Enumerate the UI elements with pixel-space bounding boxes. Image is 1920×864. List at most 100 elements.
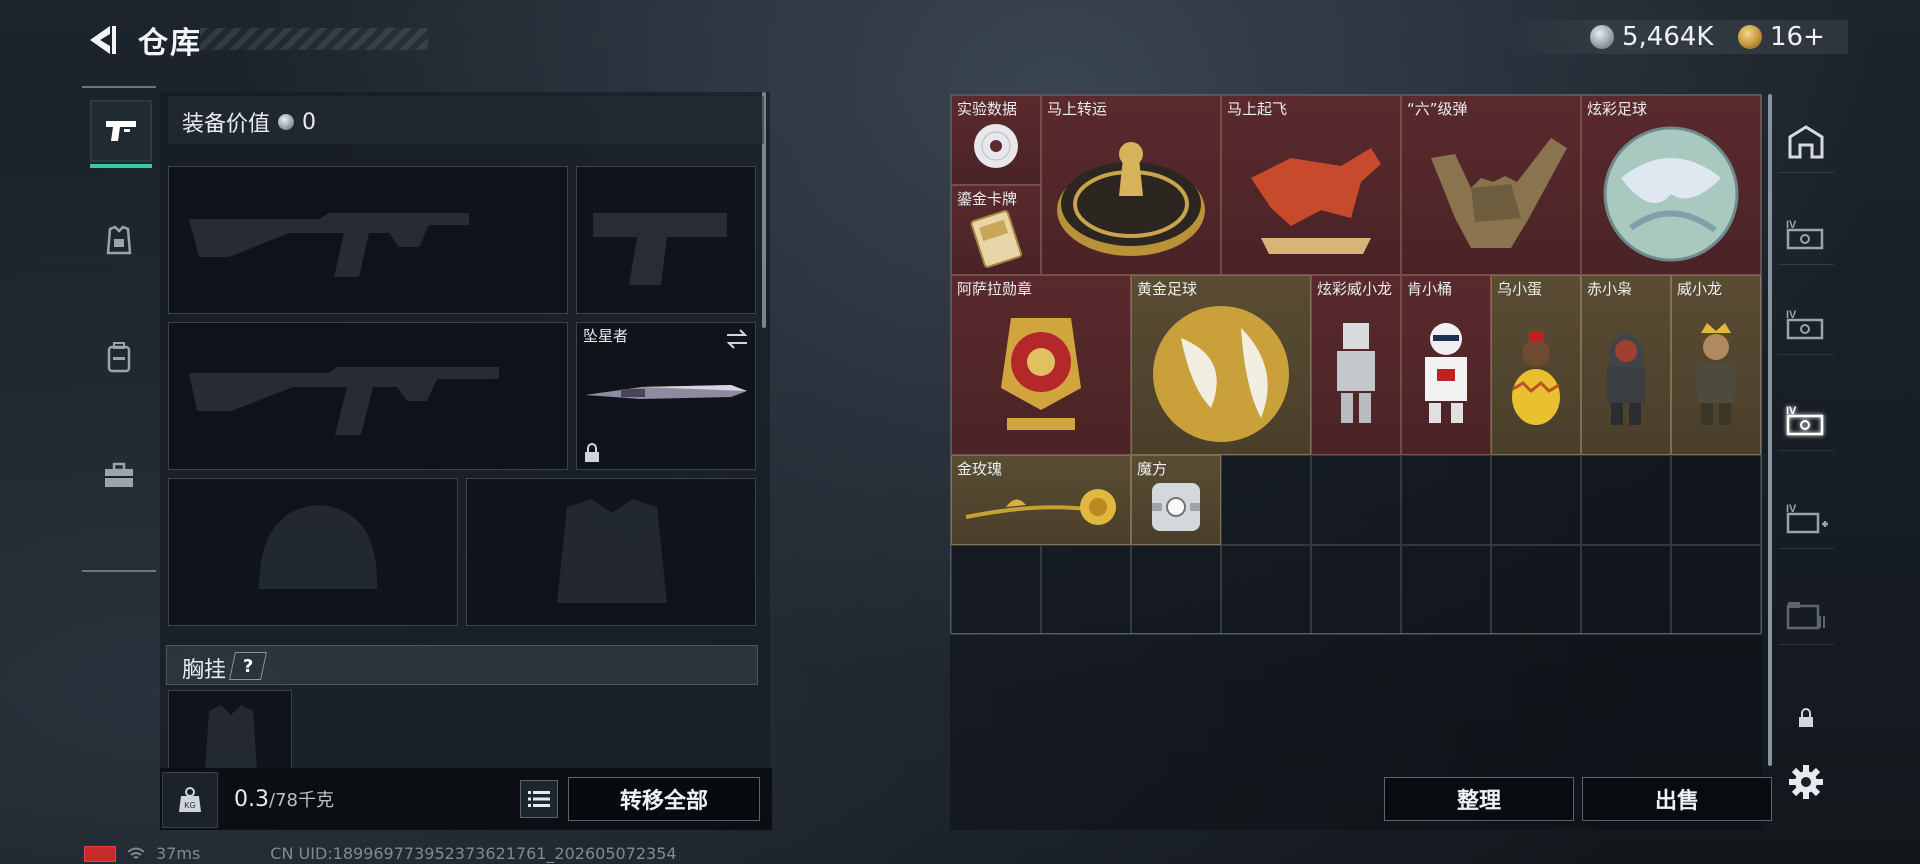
pistol-silhouette-icon: [593, 213, 727, 285]
golden-rose-icon: [952, 476, 1130, 540]
storage-cell[interactable]: [1401, 455, 1491, 545]
tab-storage-iv-1[interactable]: IV: [1778, 204, 1834, 265]
sell-button[interactable]: 出售: [1582, 777, 1772, 821]
melee-name: 坠星者: [583, 327, 629, 345]
storage-cell[interactable]: [1041, 545, 1131, 635]
storage-item[interactable]: 马上起飞: [1221, 95, 1401, 275]
tab-lock[interactable]: [1778, 688, 1834, 748]
storage-item[interactable]: 实验数据: [951, 95, 1041, 185]
storage-item[interactable]: 魔方: [1131, 455, 1221, 545]
weight-icon: KG: [179, 787, 201, 812]
equipment-tab-bar: [82, 86, 156, 572]
safehouse-icon: [1788, 125, 1824, 159]
tab-armor[interactable]: [90, 212, 148, 270]
red-horse-icon: [1222, 116, 1400, 270]
weight-readout: 0.3/78千克: [234, 786, 334, 812]
knife-icon: [585, 385, 747, 399]
storage-cell[interactable]: [1311, 455, 1401, 545]
melee-slot[interactable]: 坠星者: [576, 322, 756, 470]
tab-backpack[interactable]: [90, 328, 148, 386]
storage-cell[interactable]: [1401, 545, 1491, 635]
svg-text:KG: KG: [184, 801, 196, 810]
swap-icon[interactable]: [725, 329, 749, 349]
currency-primary: 5,464K: [1590, 22, 1713, 52]
tab-storage-iv-add[interactable]: IV: [1778, 488, 1834, 549]
chest-rig-help-button[interactable]: ?: [229, 652, 267, 680]
primary-weapon-slot-2[interactable]: [168, 322, 568, 470]
storage-item[interactable]: 马上转运: [1041, 95, 1221, 275]
storage-item[interactable]: 阿萨拉勋章: [951, 275, 1131, 455]
settings-button[interactable]: [1778, 752, 1834, 812]
chest-rig-slot[interactable]: [168, 690, 292, 771]
silver-coin-icon: [1590, 25, 1614, 49]
storage-cell[interactable]: [1491, 455, 1581, 545]
storage-cell[interactable]: [1311, 545, 1401, 635]
tab-storage-locked[interactable]: [1778, 584, 1834, 645]
list-view-button[interactable]: [520, 780, 558, 818]
storage-cell[interactable]: [951, 545, 1041, 635]
storage-item[interactable]: 威小龙: [1671, 275, 1761, 455]
storage-cell[interactable]: [1671, 545, 1761, 635]
back-button[interactable]: [80, 20, 120, 60]
silver-figure-icon: [1312, 296, 1400, 450]
medal-icon: [952, 296, 1130, 450]
storage-cell[interactable]: [1221, 455, 1311, 545]
storage-item[interactable]: 肯小桶: [1401, 275, 1491, 455]
sort-button[interactable]: 整理: [1384, 777, 1574, 821]
storage-item[interactable]: 鎏金卡牌: [951, 185, 1041, 275]
tab-storage-iv-3[interactable]: IV: [1778, 390, 1834, 451]
iridescent-ball-icon: [1582, 116, 1760, 270]
storage-item[interactable]: 金玫瑰: [951, 455, 1131, 545]
tab-weapons[interactable]: [90, 100, 152, 168]
wifi-icon: [127, 847, 145, 859]
golden-ball-icon: [1132, 296, 1310, 450]
back-arrow-icon: [90, 26, 116, 54]
title-decoration: [200, 28, 428, 50]
storage-scrollbar[interactable]: [1768, 94, 1772, 766]
weight-lock-button[interactable]: KG: [162, 772, 218, 828]
body-armor-slot[interactable]: [466, 478, 756, 626]
equipment-value-label: 装备价值: [182, 112, 271, 137]
storage-grid: 实验数据 鎏金卡牌 马上转运 马上起飞 “六”级弹 炫彩足球 阿萨拉勋章 黄金足…: [950, 94, 1762, 635]
currency-secondary-value: 16+: [1770, 22, 1825, 52]
sidearm-slot[interactable]: [576, 166, 756, 314]
storage-cell[interactable]: [1581, 545, 1671, 635]
backpack-icon: [107, 342, 131, 373]
storage-item[interactable]: 乌小蛋: [1491, 275, 1581, 455]
toolbox-icon: [105, 462, 133, 487]
currency-secondary: 16+: [1738, 22, 1825, 52]
storage-cell[interactable]: [1581, 455, 1671, 545]
storage-locked-icon: [1786, 602, 1825, 630]
equipment-value: 装备价值 0: [182, 106, 316, 138]
lock-icon: [585, 443, 599, 462]
rifle-silhouette-icon: [189, 213, 469, 277]
rifle-silhouette-icon: [189, 367, 499, 435]
crowned-figure-icon: [1672, 296, 1760, 450]
storage-iv-icon: IV: [1786, 309, 1824, 340]
storage-item[interactable]: “六”级弹: [1401, 95, 1581, 275]
storage-cell[interactable]: [1221, 545, 1311, 635]
storage-item[interactable]: 黄金足球: [1131, 275, 1311, 455]
helmet-silhouette-icon: [259, 505, 378, 589]
storage-cell[interactable]: [1491, 545, 1581, 635]
transfer-all-button[interactable]: 转移全部: [568, 777, 760, 821]
storage-cell[interactable]: [1131, 545, 1221, 635]
storage-add-icon: IV: [1786, 503, 1828, 534]
tab-toolbox[interactable]: [90, 446, 148, 504]
tab-safe-house[interactable]: [1778, 112, 1834, 173]
shaka-hand-icon: [1402, 116, 1580, 270]
uid-text: CN UID:189969773952373621761_20260507235…: [270, 844, 677, 863]
tab-storage-iv-2[interactable]: IV: [1778, 294, 1834, 355]
storage-item[interactable]: 炫彩足球: [1581, 95, 1761, 275]
cd-icon: [952, 116, 1040, 180]
page-title: 仓库: [138, 26, 202, 61]
storage-cell[interactable]: [1671, 455, 1761, 545]
primary-weapon-slot-1[interactable]: [168, 166, 568, 314]
storage-iv-icon: IV: [1786, 219, 1824, 250]
status-bar: 37ms CN UID:189969773952373621761_202605…: [84, 844, 677, 863]
storage-item[interactable]: 炫彩威小龙: [1311, 275, 1401, 455]
storage-iv-icon: IV: [1786, 405, 1824, 436]
helmet-slot[interactable]: [168, 478, 458, 626]
gear-icon: [1789, 765, 1823, 799]
storage-item[interactable]: 赤小枭: [1581, 275, 1671, 455]
